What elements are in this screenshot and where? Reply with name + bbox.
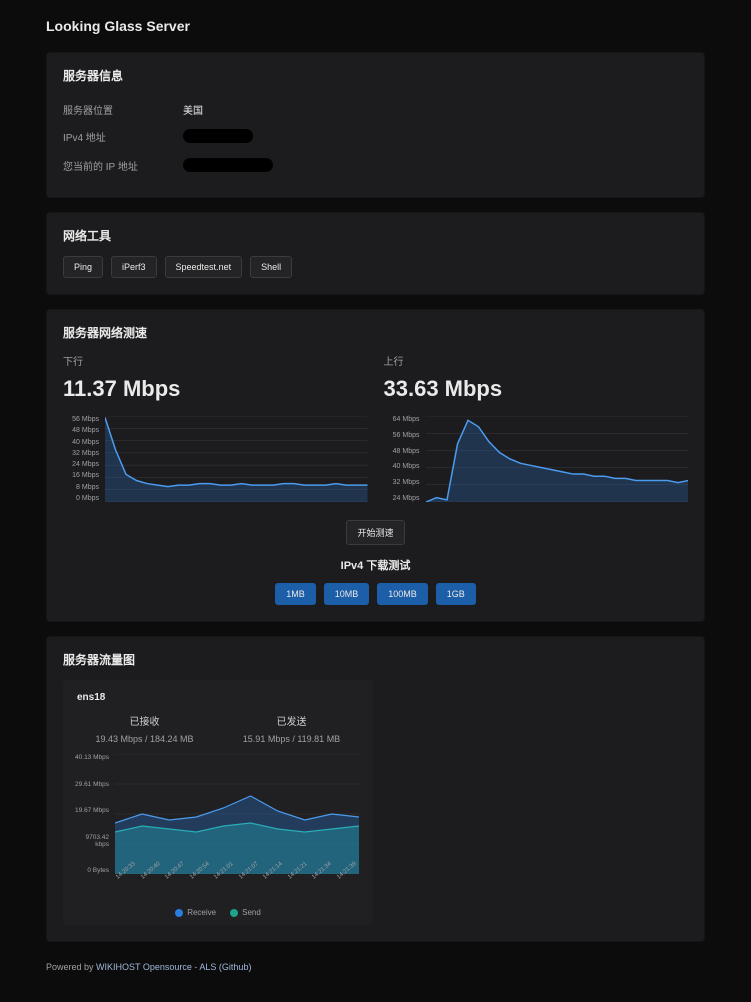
server-info-card: 服务器信息 服务器位置 美国 IPv4 地址 您当前的 IP 地址 (46, 52, 705, 198)
tools-card: 网络工具 Ping iPerf3 Speedtest.net Shell (46, 212, 705, 295)
info-label: 服务器位置 (63, 102, 183, 117)
tool-speedtest-button[interactable]: Speedtest.net (165, 256, 243, 278)
flow-card: 服务器流量图 ens18 已接收 19.43 Mbps / 184.24 MB … (46, 636, 705, 942)
download-100mb-button[interactable]: 100MB (377, 583, 428, 605)
download-column: 下行 11.37 Mbps 56 Mbps48 Mbps40 Mbps32 Mb… (63, 353, 368, 502)
info-value (183, 158, 273, 175)
info-value (183, 129, 253, 146)
tools-heading: 网络工具 (63, 227, 688, 244)
start-speedtest-button[interactable]: 开始测速 (346, 520, 404, 545)
tx-title: 已发送 (218, 713, 365, 728)
upload-chart: 64 Mbps56 Mbps48 Mbps40 Mbps32 Mbps24 Mb… (384, 416, 689, 502)
tool-shell-button[interactable]: Shell (250, 256, 292, 278)
speedtest-card: 服务器网络测速 下行 11.37 Mbps 56 Mbps48 Mbps40 M… (46, 309, 705, 622)
footer-prefix: Powered by (46, 962, 96, 972)
footer-repo-link[interactable]: ALS (Github) (199, 962, 251, 972)
info-label: IPv4 地址 (63, 129, 183, 146)
download-1mb-button[interactable]: 1MB (275, 583, 316, 605)
tx-summary: 15.91 Mbps / 119.81 MB (218, 734, 365, 744)
rx-summary: 19.43 Mbps / 184.24 MB (71, 734, 218, 744)
flow-heading: 服务器流量图 (63, 651, 688, 668)
download-value: 11.37 Mbps (63, 376, 368, 402)
interface-card: ens18 已接收 19.43 Mbps / 184.24 MB 已发送 15.… (63, 680, 373, 925)
flow-legend: Receive Send (71, 908, 365, 917)
upload-column: 上行 33.63 Mbps 64 Mbps56 Mbps48 Mbps40 Mb… (384, 353, 689, 502)
download-10mb-button[interactable]: 10MB (324, 583, 370, 605)
rx-title: 已接收 (71, 713, 218, 728)
download-label: 下行 (63, 353, 368, 368)
info-row-location: 服务器位置 美国 (63, 96, 688, 123)
rx-stat: 已接收 19.43 Mbps / 184.24 MB (71, 713, 218, 744)
circle-icon (230, 909, 238, 917)
legend-receive: Receive (175, 908, 216, 917)
download-chart: 56 Mbps48 Mbps40 Mbps32 Mbps24 Mbps16 Mb… (63, 416, 368, 502)
redacted-your-ip (183, 158, 273, 172)
download-test-heading: IPv4 下载测试 (63, 557, 688, 573)
server-info-heading: 服务器信息 (63, 67, 688, 84)
flow-chart: 40.13 Mbps29.61 Mbps19.67 Mbps9703.42 kb… (71, 754, 365, 904)
speedtest-heading: 服务器网络测速 (63, 324, 688, 341)
tx-stat: 已发送 15.91 Mbps / 119.81 MB (218, 713, 365, 744)
upload-label: 上行 (384, 353, 689, 368)
tool-ping-button[interactable]: Ping (63, 256, 103, 278)
download-1gb-button[interactable]: 1GB (436, 583, 476, 605)
page-title: Looking Glass Server (46, 18, 705, 34)
interface-name: ens18 (71, 692, 365, 713)
redacted-ipv4 (183, 129, 253, 143)
tool-iperf3-button[interactable]: iPerf3 (111, 256, 157, 278)
circle-icon (175, 909, 183, 917)
footer-sep: - (192, 962, 200, 972)
info-row-your-ip: 您当前的 IP 地址 (63, 152, 688, 181)
footer-brand-link[interactable]: WIKIHOST Opensource (96, 962, 192, 972)
upload-value: 33.63 Mbps (384, 376, 689, 402)
info-row-ipv4: IPv4 地址 (63, 123, 688, 152)
info-label: 您当前的 IP 地址 (63, 158, 183, 175)
footer: Powered by WIKIHOST Opensource - ALS (Gi… (46, 956, 705, 990)
legend-send: Send (230, 908, 261, 917)
info-value: 美国 (183, 102, 203, 117)
